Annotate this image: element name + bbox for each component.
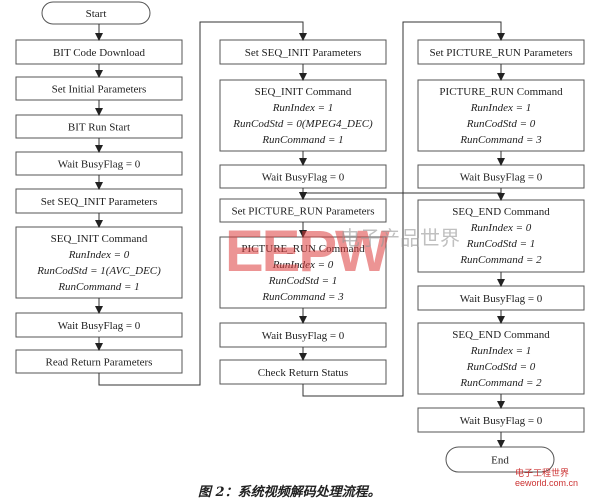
box-label: Wait BusyFlag = 0 — [262, 330, 345, 342]
box-label: Set SEQ_INIT Parameters — [245, 47, 362, 59]
box-param: RunCodStd = 1(AVC_DEC) — [36, 265, 161, 277]
end-terminal-label: End — [491, 455, 509, 467]
box-label: Set PICTURE_RUN Parameters — [232, 206, 375, 218]
watermark-chinese: 电子产品世界 — [340, 226, 460, 250]
logo-text: 电子工程世界 — [515, 468, 570, 478]
process-box: Wait BusyFlag = 0 — [417, 164, 585, 189]
box-param: RunCommand = 3 — [261, 291, 344, 303]
box-param: RunCommand = 1 — [261, 134, 343, 146]
box-title: SEQ_INIT Command — [51, 233, 148, 245]
box-label: Set PICTURE_RUN Parameters — [430, 47, 573, 59]
process-box: Set Initial Parameters — [15, 76, 183, 101]
box-title: PICTURE_RUN Command — [439, 86, 563, 98]
box-label: Wait BusyFlag = 0 — [460, 172, 543, 184]
process-box: SEQ_INIT Command RunIndex = 1 RunCodStd = … — [219, 79, 387, 152]
process-box: Wait BusyFlag = 0 — [417, 407, 585, 433]
process-box: Wait BusyFlag = 0 — [15, 312, 183, 338]
box-param: RunIndex = 0 — [470, 222, 532, 234]
box-label: Set SEQ_INIT Parameters — [41, 196, 158, 208]
box-param: RunIndex = 1 — [470, 102, 532, 114]
box-param: RunIndex = 1 — [470, 345, 532, 357]
process-box: Read Return Parameters — [15, 349, 183, 374]
box-param: RunCommand = 1 — [57, 281, 139, 293]
box-param: RunCommand = 2 — [459, 377, 542, 389]
start-terminal-label: Start — [86, 8, 107, 20]
box-label: Read Return Parameters — [46, 357, 153, 369]
box-label: BIT Run Start — [68, 122, 130, 134]
eeworld-logo: 电子工程世界 eeworld.com.cn — [515, 468, 578, 488]
process-box: Wait BusyFlag = 0 — [417, 285, 585, 311]
start-terminal: Start — [41, 1, 151, 25]
box-param: RunCodStd = 0 — [466, 118, 536, 130]
box-label: BIT Code Download — [53, 47, 146, 59]
process-box: Wait BusyFlag = 0 — [15, 151, 183, 176]
process-box: Check Return Status — [219, 359, 387, 385]
box-label: Wait BusyFlag = 0 — [262, 172, 345, 184]
process-box: Set PICTURE_RUN Parameters — [417, 39, 585, 65]
box-title: SEQ_END Command — [452, 206, 550, 218]
box-param: RunCommand = 2 — [459, 254, 542, 266]
box-param: RunIndex = 1 — [272, 102, 334, 114]
process-box: Wait BusyFlag = 0 — [219, 164, 387, 189]
connector — [299, 192, 501, 200]
box-label: Wait BusyFlag = 0 — [58, 320, 141, 332]
box-param: RunCodStd = 1 — [466, 238, 536, 250]
process-box: BIT Code Download — [15, 39, 183, 65]
box-title: SEQ_END Command — [452, 329, 550, 341]
box-title: SEQ_INIT Command — [255, 86, 352, 98]
process-box: BIT Run Start — [15, 114, 183, 139]
process-box: PICTURE_RUN Command RunIndex = 1 RunCodStd… — [417, 79, 585, 152]
box-param: RunCodStd = 0(MPEG4_DEC) — [232, 118, 373, 130]
process-box: Wait BusyFlag = 0 — [219, 322, 387, 348]
process-box: SEQ_END Command RunIndex = 1 RunCodStd = 0… — [417, 322, 585, 395]
process-box: SEQ_INIT Command RunIndex = 0 RunCodStd = … — [15, 226, 183, 299]
box-label: Set Initial Parameters — [52, 84, 147, 96]
box-param: RunCommand = 3 — [459, 134, 542, 146]
box-label: Check Return Status — [258, 367, 348, 379]
box-param: RunCodStd = 0 — [466, 361, 536, 373]
box-label: Wait BusyFlag = 0 — [460, 293, 543, 305]
figure-caption: 图 2：系统视频解码处理流程。 — [198, 485, 381, 500]
box-label: Wait BusyFlag = 0 — [58, 159, 141, 171]
box-label: Wait BusyFlag = 0 — [460, 415, 543, 427]
flowchart: BIT Code Download Set Initial Parameters B… — [0, 0, 600, 503]
process-box: Set SEQ_INIT Parameters — [15, 188, 183, 214]
logo-domain: eeworld.com.cn — [515, 478, 579, 488]
process-box: Set SEQ_INIT Parameters — [219, 39, 387, 65]
box-param: RunIndex = 0 — [68, 249, 130, 261]
